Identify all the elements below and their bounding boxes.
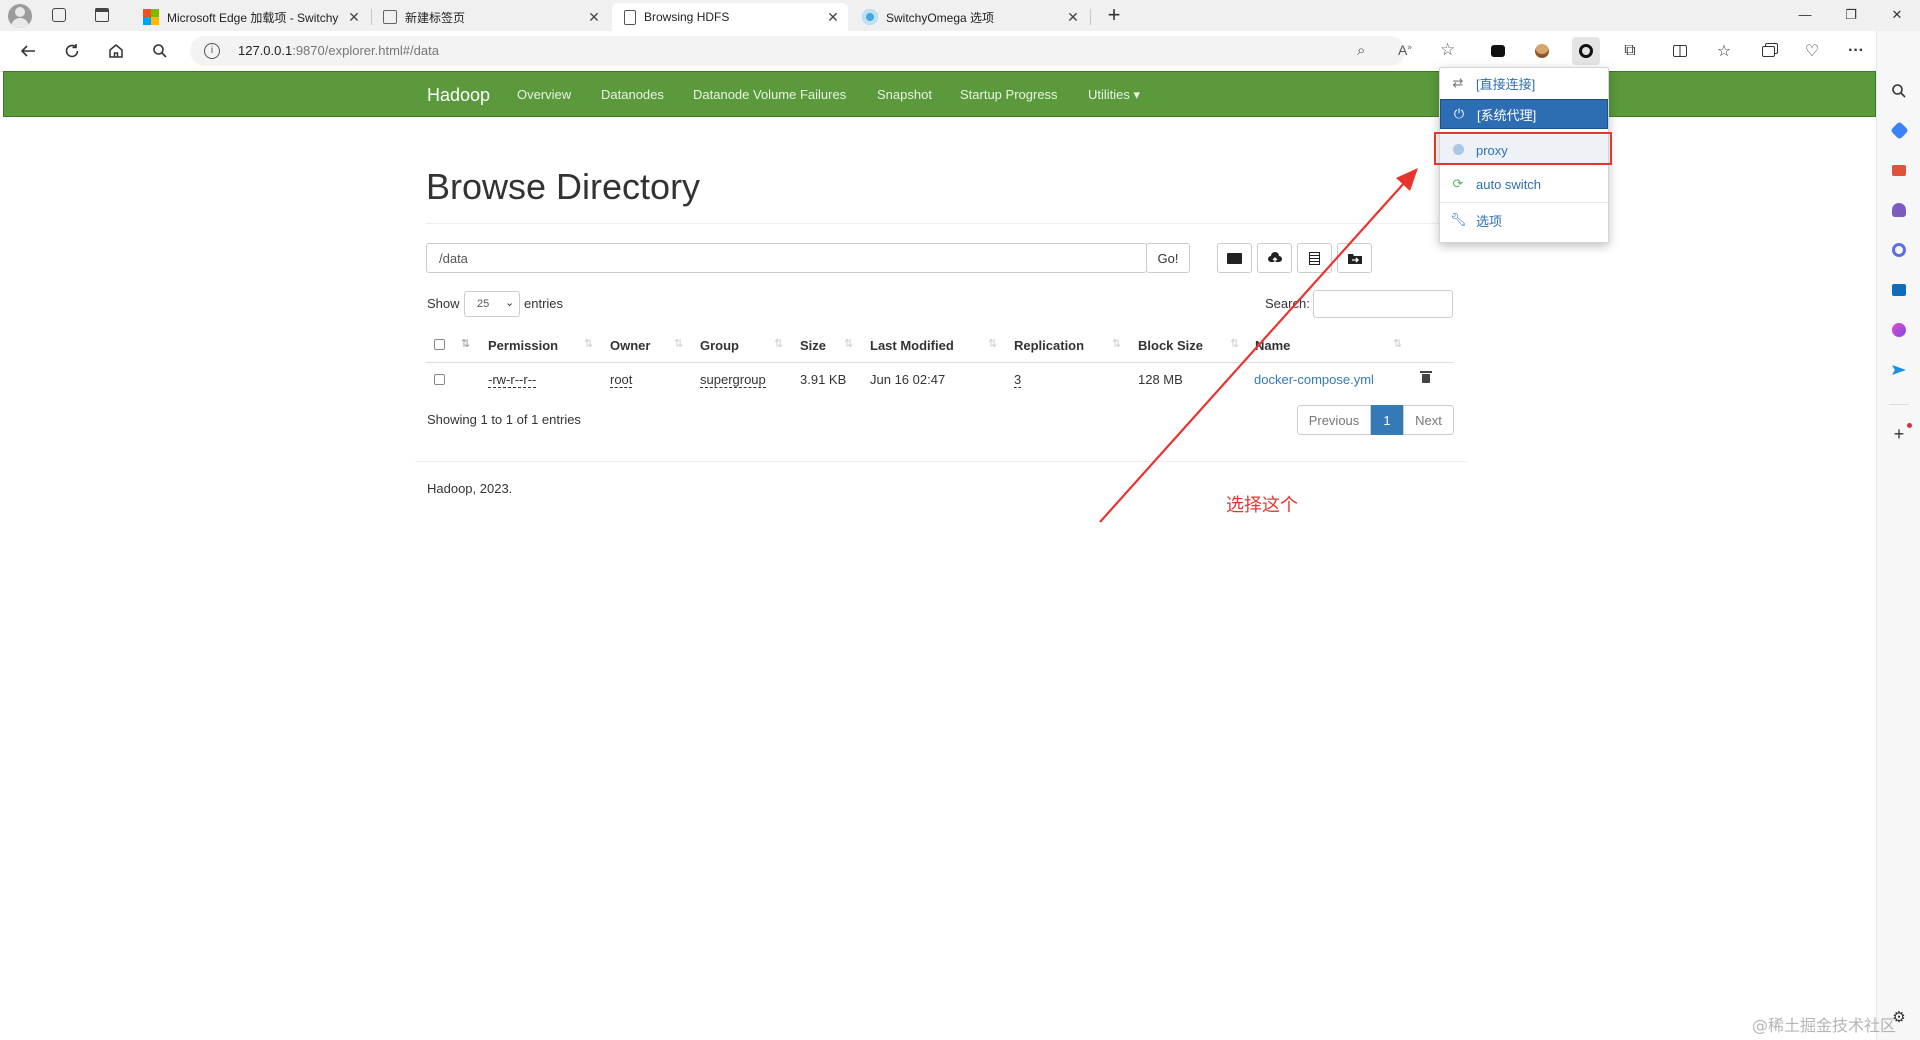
- power-icon: ⏻: [1453, 106, 1465, 121]
- sidebar-shopping-icon[interactable]: [1889, 120, 1909, 140]
- annotation-arrow: [1099, 168, 1418, 523]
- sidebar-send-icon[interactable]: [1889, 360, 1909, 380]
- menu-item-label: 选项: [1476, 213, 1503, 229]
- menu-item-direct[interactable]: ⇄ [直接连接]: [1440, 68, 1608, 98]
- menu-item-label: auto switch: [1476, 176, 1542, 192]
- sidebar-games-icon[interactable]: [1889, 200, 1909, 220]
- sidebar-drop-icon[interactable]: [1889, 320, 1909, 340]
- sidebar-tools-icon[interactable]: [1889, 160, 1909, 180]
- menu-item-label: [直接连接]: [1476, 76, 1536, 92]
- auto-switch-icon: ⟳: [1452, 176, 1464, 191]
- menu-item-system-proxy[interactable]: ⏻ [系统代理]: [1440, 99, 1608, 129]
- menu-item-label: [系统代理]: [1477, 107, 1537, 123]
- sidebar-add-button[interactable]: +: [1889, 424, 1909, 444]
- highlight-box: [1434, 132, 1612, 165]
- arrows-swap-icon: ⇄: [1452, 75, 1464, 90]
- sidebar-search-icon[interactable]: [1889, 81, 1909, 101]
- switchyomega-popup-menu: ⇄ [直接连接] ⏻ [系统代理] proxy ⟳ auto switch 🔧︎…: [1434, 67, 1612, 243]
- arrow-shaft: [1099, 181, 1406, 523]
- annotation-text: 选择这个: [1226, 495, 1298, 516]
- sidebar-outlook-icon[interactable]: [1889, 280, 1909, 300]
- menu-item-options[interactable]: 🔧︎ 选项: [1440, 205, 1608, 235]
- watermark: @稀土掘金技术社区: [1752, 1016, 1897, 1035]
- menu-item-auto-switch[interactable]: ⟳ auto switch: [1440, 169, 1608, 199]
- edge-sidebar: + ⚙: [1876, 31, 1920, 1040]
- sidebar-microsoft365-icon[interactable]: [1889, 240, 1909, 260]
- wrench-icon: 🔧︎: [1450, 212, 1467, 227]
